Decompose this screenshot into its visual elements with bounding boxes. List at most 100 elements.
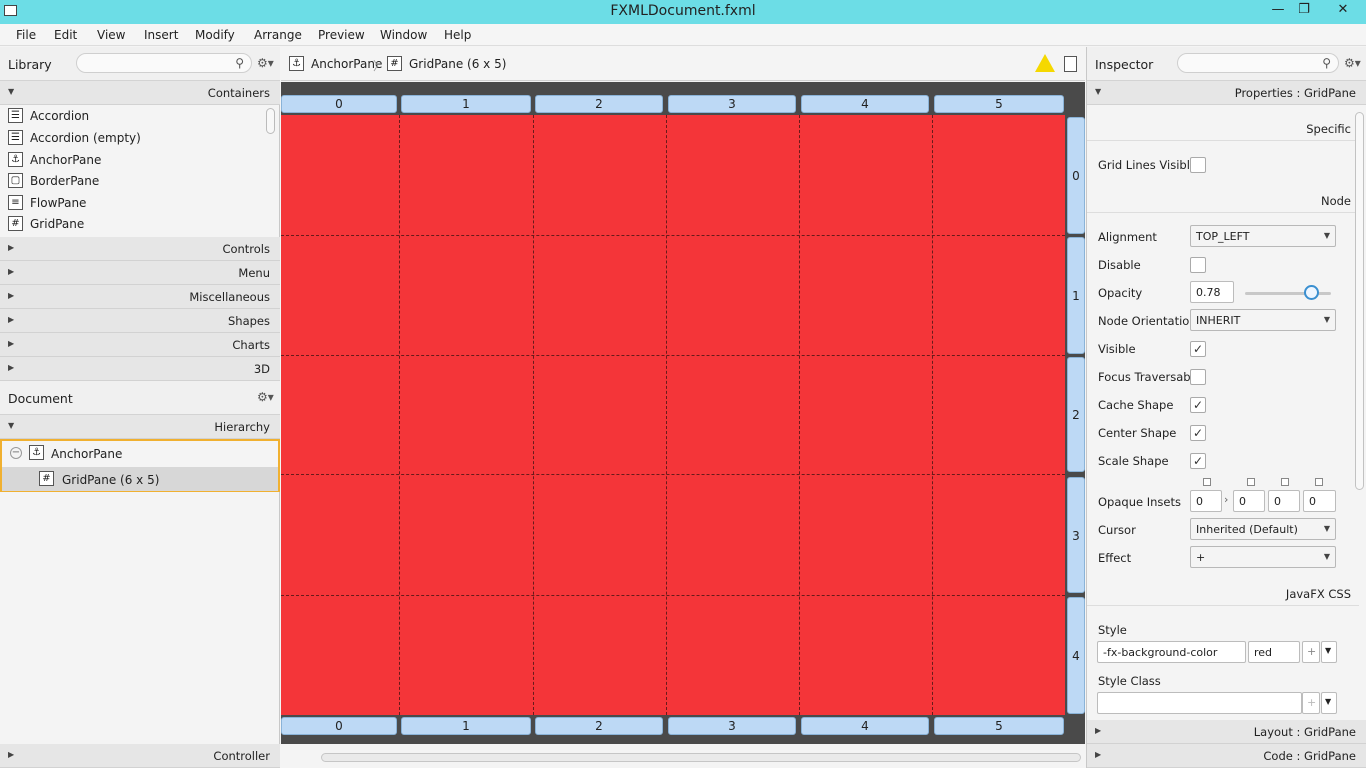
breadcrumb-anchorpane[interactable]: AnchorPane bbox=[311, 57, 382, 71]
lib-item-borderpane[interactable]: ▢ BorderPane bbox=[0, 170, 262, 192]
style-property-input[interactable]: -fx-background-color bbox=[1097, 641, 1246, 663]
inspector-gear-icon[interactable]: ⚙▾ bbox=[1344, 56, 1361, 70]
accordion-icon: ☰ bbox=[8, 108, 23, 123]
section-label: Layout : GridPane bbox=[1253, 725, 1356, 739]
column-header[interactable]: 3 bbox=[668, 717, 796, 735]
section-menu[interactable]: ▶ Menu bbox=[0, 261, 280, 285]
document-icon[interactable] bbox=[1064, 56, 1077, 72]
menu-window[interactable]: Window bbox=[380, 28, 427, 42]
column-header[interactable]: 1 bbox=[401, 95, 531, 113]
column-header[interactable]: 4 bbox=[801, 717, 929, 735]
combo-value: + bbox=[1196, 551, 1206, 564]
column-header[interactable]: 5 bbox=[934, 717, 1064, 735]
visible-checkbox[interactable]: ✓ bbox=[1190, 341, 1206, 357]
section-3d[interactable]: ▶ 3D bbox=[0, 357, 280, 381]
search-icon: ⚲ bbox=[1322, 56, 1331, 70]
minimize-button[interactable]: — bbox=[1268, 0, 1288, 22]
style-class-input[interactable] bbox=[1097, 692, 1302, 714]
row-header[interactable]: 1 bbox=[1067, 237, 1085, 354]
inspector-scrollbar[interactable] bbox=[1355, 112, 1364, 490]
lib-item-accordion-empty[interactable]: ☰ Accordion (empty) bbox=[0, 127, 262, 149]
menu-arrange[interactable]: Arrange bbox=[254, 28, 302, 42]
section-hierarchy[interactable]: ▼ Hierarchy bbox=[0, 415, 280, 439]
inset-left-input[interactable]: 0 bbox=[1303, 490, 1336, 512]
close-button[interactable]: ✕ bbox=[1320, 0, 1366, 22]
column-header[interactable]: 4 bbox=[801, 95, 929, 113]
column-header[interactable]: 5 bbox=[934, 95, 1064, 113]
section-containers[interactable]: ▼ Containers bbox=[0, 81, 280, 105]
inset-marker-icon bbox=[1247, 478, 1255, 486]
section-shapes[interactable]: ▶ Shapes bbox=[0, 309, 280, 333]
inset-bottom-input[interactable]: 0 bbox=[1268, 490, 1300, 512]
menu-help[interactable]: Help bbox=[444, 28, 471, 42]
style-class-menu-button[interactable]: ▼ bbox=[1321, 692, 1337, 714]
row-header[interactable]: 4 bbox=[1067, 597, 1085, 714]
row-header[interactable]: 2 bbox=[1067, 357, 1085, 472]
lib-item-anchorpane[interactable]: ⚓ AnchorPane bbox=[0, 149, 262, 171]
node-orientation-combo[interactable]: INHERIT ▼ bbox=[1190, 309, 1336, 331]
document-gear-icon[interactable]: ⚙▾ bbox=[257, 390, 274, 404]
tree-item-gridpane[interactable]: # GridPane (6 x 5) bbox=[2, 467, 278, 491]
cursor-combo[interactable]: Inherited (Default) ▼ bbox=[1190, 518, 1336, 540]
library-search-input[interactable]: ⚲ bbox=[76, 53, 252, 73]
grid-line bbox=[281, 474, 1065, 475]
opacity-slider-thumb[interactable] bbox=[1304, 285, 1319, 300]
column-header[interactable]: 3 bbox=[668, 95, 796, 113]
lib-item-accordion[interactable]: ☰ Accordion bbox=[0, 105, 262, 127]
tree-item-anchorpane[interactable]: − ⚓ AnchorPane bbox=[2, 441, 278, 466]
style-class-label: Style Class bbox=[1098, 674, 1161, 688]
section-code[interactable]: ▶ Code : GridPane bbox=[1087, 744, 1366, 768]
menu-edit[interactable]: Edit bbox=[54, 28, 77, 42]
menu-view[interactable]: View bbox=[97, 28, 125, 42]
disable-checkbox[interactable] bbox=[1190, 257, 1206, 273]
lib-item-label: Accordion (empty) bbox=[30, 131, 141, 145]
section-layout[interactable]: ▶ Layout : GridPane bbox=[1087, 720, 1366, 744]
row-header[interactable]: 0 bbox=[1067, 117, 1085, 234]
restore-button[interactable]: ❐ bbox=[1294, 0, 1314, 22]
grid-lines-checkbox[interactable] bbox=[1190, 157, 1206, 173]
effect-combo[interactable]: + ▼ bbox=[1190, 546, 1336, 568]
breadcrumb-gridpane[interactable]: GridPane (6 x 5) bbox=[409, 57, 506, 71]
style-value-input[interactable]: red bbox=[1248, 641, 1300, 663]
lib-item-flowpane[interactable]: ≡ FlowPane bbox=[0, 192, 262, 214]
menu-modify[interactable]: Modify bbox=[195, 28, 235, 42]
section-misc[interactable]: ▶ Miscellaneous bbox=[0, 285, 280, 309]
alignment-combo[interactable]: TOP_LEFT ▼ bbox=[1190, 225, 1336, 247]
warning-icon[interactable] bbox=[1035, 54, 1055, 72]
menu-preview[interactable]: Preview bbox=[318, 28, 365, 42]
style-class-add-button[interactable]: + bbox=[1302, 692, 1320, 714]
lib-item-gridpane[interactable]: # GridPane bbox=[0, 213, 262, 235]
menu-insert[interactable]: Insert bbox=[144, 28, 178, 42]
inset-right-input[interactable]: 0 bbox=[1233, 490, 1265, 512]
section-controller[interactable]: ▶ Controller bbox=[0, 744, 280, 768]
focus-traversable-checkbox[interactable] bbox=[1190, 369, 1206, 385]
column-header[interactable]: 0 bbox=[281, 95, 397, 113]
section-controls[interactable]: ▶ Controls bbox=[0, 237, 280, 261]
scroll-thumb[interactable] bbox=[321, 753, 1081, 762]
opacity-input[interactable]: 0.78 bbox=[1190, 281, 1234, 303]
library-scrollbar[interactable] bbox=[266, 108, 275, 134]
column-header[interactable]: 2 bbox=[535, 717, 663, 735]
menu-file[interactable]: File bbox=[16, 28, 36, 42]
center-shape-checkbox[interactable]: ✓ bbox=[1190, 425, 1206, 441]
inset-top-input[interactable]: 0 bbox=[1190, 490, 1222, 512]
expand-down-icon: ▼ bbox=[8, 421, 15, 430]
style-add-button[interactable]: + bbox=[1302, 641, 1320, 663]
collapse-icon[interactable]: − bbox=[10, 447, 22, 459]
section-properties[interactable]: ▼ Properties : GridPane bbox=[1087, 81, 1366, 105]
style-menu-button[interactable]: ▼ bbox=[1321, 641, 1337, 663]
tree-item-label: AnchorPane bbox=[51, 447, 123, 461]
link-icon[interactable]: › bbox=[1224, 493, 1228, 506]
column-header[interactable]: 0 bbox=[281, 717, 397, 735]
cache-shape-checkbox[interactable]: ✓ bbox=[1190, 397, 1206, 413]
chevron-down-icon: ▼ bbox=[1323, 552, 1330, 561]
library-gear-icon[interactable]: ⚙▾ bbox=[257, 56, 274, 70]
scale-shape-checkbox[interactable]: ✓ bbox=[1190, 453, 1206, 469]
column-header[interactable]: 1 bbox=[401, 717, 531, 735]
opaque-insets-label: Opaque Insets bbox=[1098, 495, 1181, 509]
canvas-hscrollbar[interactable] bbox=[281, 748, 1085, 768]
section-charts[interactable]: ▶ Charts bbox=[0, 333, 280, 357]
column-header[interactable]: 2 bbox=[535, 95, 663, 113]
row-header[interactable]: 3 bbox=[1067, 477, 1085, 593]
inspector-search-input[interactable]: ⚲ bbox=[1177, 53, 1339, 73]
